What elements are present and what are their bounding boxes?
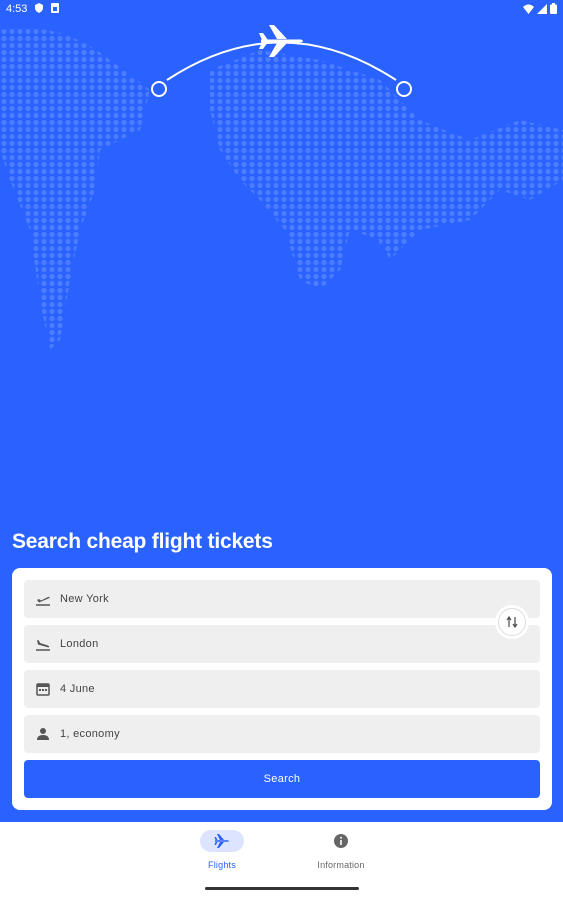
hero-banner: 4:53 Search cheap flight tickets New Yor…: [0, 0, 563, 822]
bottom-navigation: Flights Information: [0, 822, 563, 900]
page-title: Search cheap flight tickets: [12, 530, 273, 553]
status-time: 4:53: [6, 3, 28, 15]
gesture-home-bar: [205, 887, 359, 890]
calendar-icon: [35, 681, 51, 697]
battery-icon: [550, 3, 557, 14]
date-field[interactable]: 4 June: [24, 670, 540, 708]
passengers-value: 1, economy: [60, 728, 120, 740]
airplane-icon: [259, 25, 303, 57]
passengers-field[interactable]: 1, economy: [24, 715, 540, 753]
swap-icon: [506, 615, 518, 629]
signal-icon: [537, 3, 547, 14]
nav-active-indicator: [200, 830, 244, 852]
search-button[interactable]: Search: [24, 760, 540, 798]
to-value: London: [60, 638, 99, 650]
airplane-icon: [214, 834, 229, 848]
flight-land-icon: [35, 636, 51, 652]
status-bar: 4:53: [0, 0, 563, 18]
nav-label-flights: Flights: [208, 860, 236, 870]
person-icon: [35, 726, 51, 742]
destination-marker: [396, 81, 412, 97]
search-form-card: New York London 4 June 1, economy Search: [12, 568, 552, 810]
from-value: New York: [60, 593, 109, 605]
to-field[interactable]: London: [24, 625, 540, 663]
sim-icon: [51, 3, 59, 13]
flight-takeoff-icon: [35, 591, 51, 607]
origin-marker: [151, 81, 167, 97]
date-value: 4 June: [60, 683, 95, 695]
nav-label-information: Information: [317, 860, 365, 870]
shield-icon: [35, 3, 43, 13]
from-field[interactable]: New York: [24, 580, 540, 618]
wifi-icon: [523, 4, 534, 14]
swap-button[interactable]: [498, 608, 526, 636]
nav-item-flights[interactable]: Flights: [177, 830, 267, 875]
nav-item-information[interactable]: Information: [296, 830, 386, 875]
info-icon: [334, 834, 348, 848]
nav-icon-wrapper: [319, 830, 363, 852]
flight-arc: [151, 25, 412, 97]
